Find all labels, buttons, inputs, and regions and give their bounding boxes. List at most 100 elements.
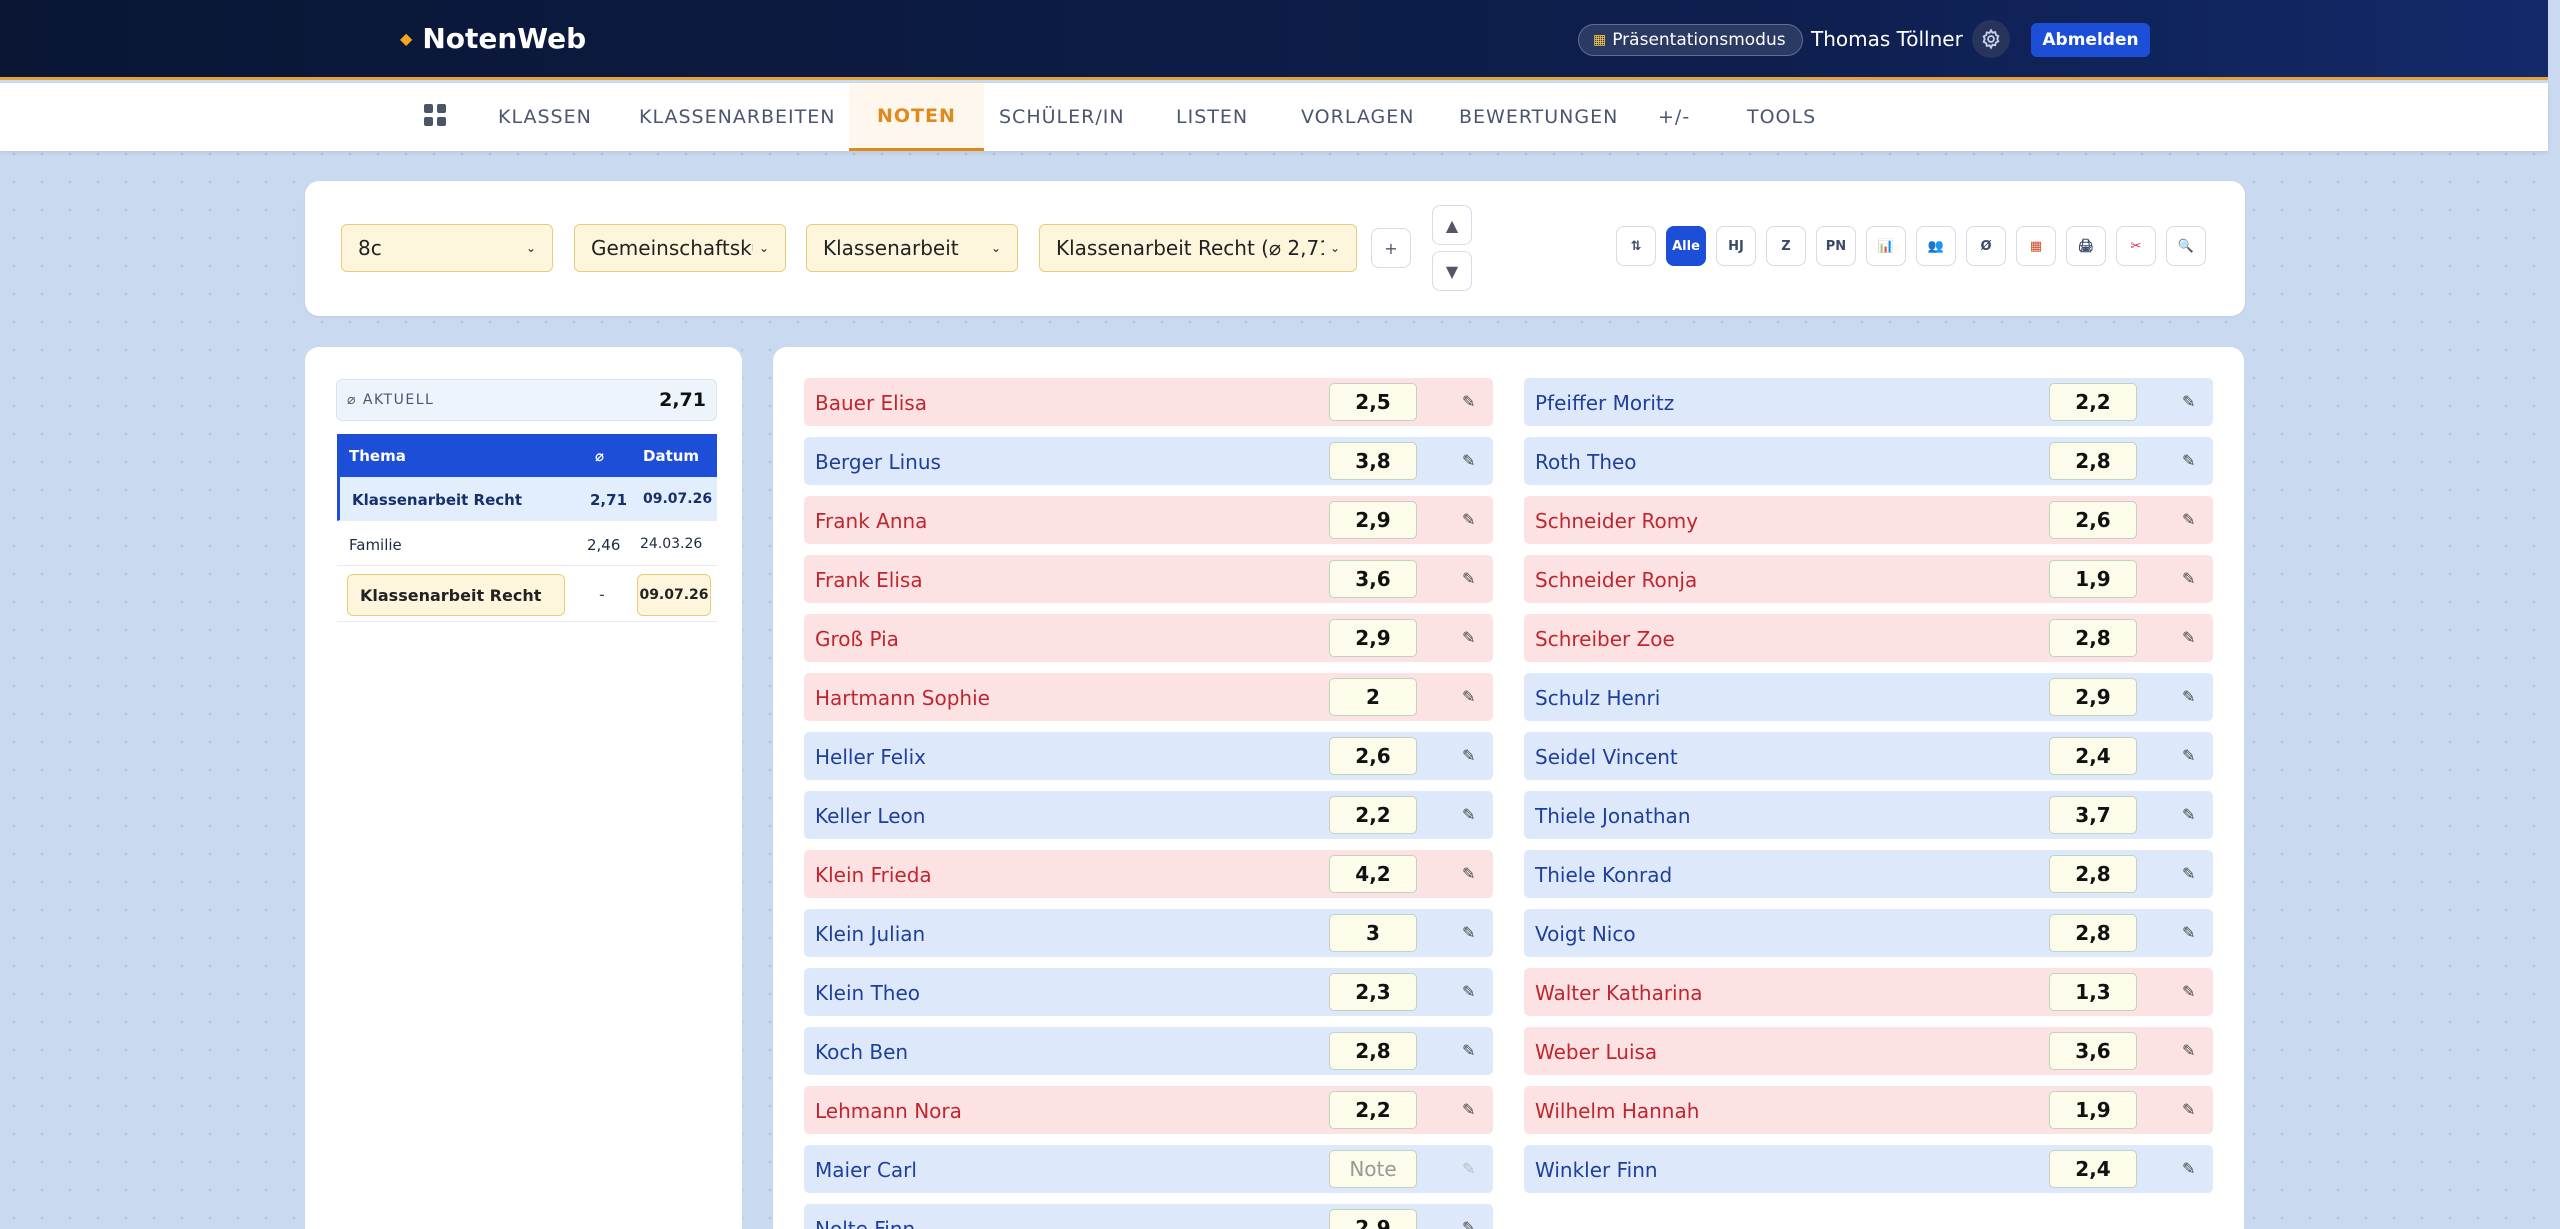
grade-input[interactable]: 4,2 (1329, 855, 1417, 893)
pencil-icon[interactable]: ✎ (1462, 451, 1475, 470)
filter-z-button[interactable]: Z (1766, 226, 1806, 266)
add-exam-button[interactable]: + (1371, 228, 1411, 268)
new-topic-date-input[interactable]: 09.07.26 (637, 574, 711, 616)
type-select[interactable]: Klassenarbeit ⌄ (806, 224, 1018, 272)
grade-input[interactable]: 2,4 (2049, 1150, 2137, 1188)
grade-input[interactable]: 2,6 (1329, 737, 1417, 775)
pencil-icon[interactable]: ✎ (2182, 864, 2195, 883)
pencil-icon[interactable]: ✎ (2182, 628, 2195, 647)
search-icon[interactable]: 🔍 (2166, 226, 2206, 266)
pencil-icon[interactable]: ✎ (1462, 392, 1475, 411)
grade-input[interactable]: 2,2 (1329, 796, 1417, 834)
grade-input[interactable]: 2,8 (2049, 619, 2137, 657)
nav-bewertungen[interactable]: BEWERTUNGEN (1459, 83, 1618, 151)
new-topic-input[interactable]: Klassenarbeit Recht (347, 574, 565, 616)
filter-hj-button[interactable]: HJ (1716, 226, 1756, 266)
pencil-icon[interactable]: ✎ (2182, 510, 2195, 529)
grade-input[interactable]: 2,2 (2049, 383, 2137, 421)
logout-button[interactable]: Abmelden (2031, 23, 2150, 57)
grade-input[interactable]: 2,9 (1329, 619, 1417, 657)
student-name[interactable]: Bauer Elisa (815, 391, 927, 415)
student-name[interactable]: Pfeiffer Moritz (1535, 391, 1674, 415)
student-name[interactable]: Klein Theo (815, 981, 920, 1005)
student-name[interactable]: Frank Elisa (815, 568, 923, 592)
pencil-icon[interactable]: ✎ (2182, 392, 2195, 411)
pencil-icon[interactable]: ✎ (1462, 628, 1475, 647)
student-name[interactable]: Schulz Henri (1535, 686, 1660, 710)
grade-input[interactable]: 2,6 (2049, 501, 2137, 539)
no-average-icon[interactable]: Ø (1966, 226, 2006, 266)
pencil-icon[interactable]: ✎ (1462, 1041, 1475, 1060)
pencil-icon[interactable]: ✎ (2182, 805, 2195, 824)
student-name[interactable]: Wilhelm Hannah (1535, 1099, 1699, 1123)
pencil-icon[interactable]: ✎ (2182, 1100, 2195, 1119)
sort-button[interactable]: ⇅ (1616, 226, 1656, 266)
grade-input[interactable]: 2,8 (2049, 855, 2137, 893)
grade-input[interactable]: 3,8 (1329, 442, 1417, 480)
pencil-icon[interactable]: ✎ (1462, 982, 1475, 1001)
nav-tools[interactable]: TOOLS (1747, 83, 1816, 151)
filter-pn-button[interactable]: PN (1816, 226, 1856, 266)
grade-input[interactable]: 3 (1329, 914, 1417, 952)
pencil-icon[interactable]: ✎ (1462, 805, 1475, 824)
dashboard-grid-icon[interactable] (424, 104, 446, 126)
pencil-icon[interactable]: ✎ (1462, 569, 1475, 588)
pencil-icon[interactable]: ✎ (2182, 982, 2195, 1001)
grade-input[interactable]: 1,9 (2049, 560, 2137, 598)
group-icon[interactable]: 👥 (1916, 226, 1956, 266)
topic-row[interactable]: Familie 2,46 24.03.26 (337, 522, 717, 566)
student-name[interactable]: Klein Frieda (815, 863, 932, 887)
student-name[interactable]: Berger Linus (815, 450, 941, 474)
move-up-button[interactable]: ▲ (1432, 205, 1472, 245)
grade-input[interactable]: 2,9 (2049, 678, 2137, 716)
pencil-icon[interactable]: ✎ (1462, 1218, 1475, 1229)
cut-icon[interactable]: ✂ (2116, 226, 2156, 266)
pencil-icon[interactable]: ✎ (2182, 923, 2195, 942)
subject-select[interactable]: Gemeinschaftskun ⌄ (574, 224, 786, 272)
chart-icon[interactable]: 📊 (1866, 226, 1906, 266)
pencil-icon[interactable]: ✎ (2182, 569, 2195, 588)
student-name[interactable]: Walter Katharina (1535, 981, 1703, 1005)
pencil-icon[interactable]: ✎ (1462, 923, 1475, 942)
grade-input[interactable]: 3,6 (1329, 560, 1417, 598)
app-logo[interactable]: ◆ NotenWeb (400, 22, 586, 55)
pencil-icon[interactable]: ✎ (1462, 864, 1475, 883)
grade-input[interactable]: 2,8 (2049, 442, 2137, 480)
student-name[interactable]: Winkler Finn (1535, 1158, 1658, 1182)
student-name[interactable]: Frank Anna (815, 509, 927, 533)
grade-input[interactable]: 1,3 (2049, 973, 2137, 1011)
student-name[interactable]: Voigt Nico (1535, 922, 1636, 946)
student-name[interactable]: Thiele Jonathan (1535, 804, 1691, 828)
nav-vorlagen[interactable]: VORLAGEN (1301, 83, 1414, 151)
nav-schueler[interactable]: SCHÜLER/IN (999, 83, 1125, 151)
filter-all-button[interactable]: Alle (1666, 226, 1706, 266)
exam-select[interactable]: Klassenarbeit Recht (⌀ 2,71) ⌄ (1039, 224, 1357, 272)
grade-input[interactable]: 2,8 (2049, 914, 2137, 952)
student-name[interactable]: Maier Carl (815, 1158, 917, 1182)
pencil-icon[interactable]: ✎ (2182, 1159, 2195, 1178)
table-icon[interactable]: ▦ (2016, 226, 2056, 266)
student-name[interactable]: Lehmann Nora (815, 1099, 962, 1123)
student-name[interactable]: Thiele Konrad (1535, 863, 1672, 887)
pencil-icon[interactable]: ✎ (2182, 1041, 2195, 1060)
pencil-icon[interactable]: ✎ (2182, 451, 2195, 470)
grade-input[interactable]: 3,7 (2049, 796, 2137, 834)
grade-input[interactable]: 2,9 (1329, 501, 1417, 539)
student-name[interactable]: Roth Theo (1535, 450, 1637, 474)
pencil-icon[interactable]: ✎ (1462, 1100, 1475, 1119)
print-icon[interactable]: 🖨 (2066, 226, 2106, 266)
presentation-mode-button[interactable]: ▦ Präsentationsmodus (1578, 24, 1803, 56)
pencil-icon[interactable]: ✎ (1462, 687, 1475, 706)
grade-input[interactable]: 2,8 (1329, 1032, 1417, 1070)
pencil-icon[interactable]: ✎ (2182, 746, 2195, 765)
grade-input[interactable]: 2,9 (1329, 1209, 1417, 1229)
pencil-icon[interactable]: ✎ (1462, 746, 1475, 765)
nav-noten[interactable]: NOTEN (849, 83, 984, 151)
student-name[interactable]: Schneider Romy (1535, 509, 1698, 533)
student-name[interactable]: Schreiber Zoe (1535, 627, 1675, 651)
move-down-button[interactable]: ▼ (1432, 251, 1472, 291)
grade-input[interactable]: Note (1329, 1150, 1417, 1188)
student-name[interactable]: Weber Luisa (1535, 1040, 1657, 1064)
nav-listen[interactable]: LISTEN (1176, 83, 1248, 151)
grade-input[interactable]: 2,5 (1329, 383, 1417, 421)
